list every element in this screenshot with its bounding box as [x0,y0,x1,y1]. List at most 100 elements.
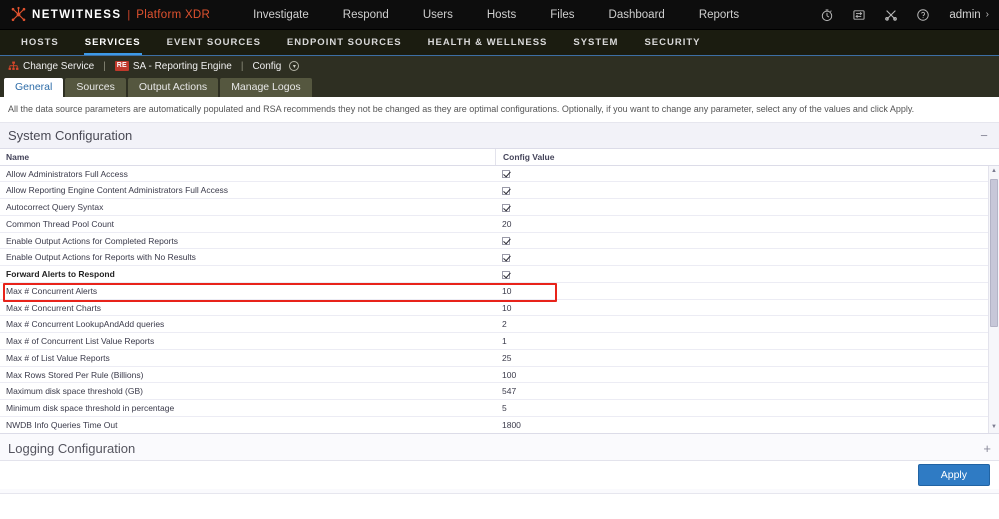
brand-logo[interactable]: NETWITNESS | Platform XDR [0,6,210,23]
checkbox-checked-icon[interactable] [502,254,510,263]
column-header-config-value: Config Value [495,148,999,165]
config-value-cell[interactable]: 547 [495,386,999,396]
nav-item-dashboard[interactable]: Dashboard [592,0,682,30]
stopwatch-icon[interactable] [811,0,843,30]
config-name-cell: Max # Concurrent LookupAndAdd queries [6,319,165,330]
brand-separator: | [127,8,131,21]
sitemap-icon [8,61,19,71]
config-value-cell[interactable]: 100 [495,370,999,380]
config-value-cell[interactable]: 1800 [495,420,999,430]
plus-expand-icon[interactable]: + [983,442,991,455]
subnav-item-endpoint-sources[interactable]: ENDPOINT SOURCES [274,30,415,55]
breadcrumb: Change Service | RE SA - Reporting Engin… [0,56,999,76]
table-row[interactable]: Minimum disk space threshold in percenta… [0,400,999,417]
checkbox-checked-icon[interactable] [502,203,510,212]
config-name-cell: Maximum disk space threshold (GB) [6,386,143,397]
config-value-cell[interactable] [495,169,999,179]
table-row[interactable]: Max # Concurrent Alerts 10 [0,283,999,300]
config-value-cell[interactable]: 1 [495,336,999,346]
config-value-cell[interactable]: 5 [495,403,999,413]
config-name-cell: Max # of List Value Reports [6,352,110,363]
config-name-cell: Minimum disk space threshold in percenta… [6,403,175,414]
subnav-item-hosts[interactable]: HOSTS [8,30,72,55]
checkbox-checked-icon[interactable] [502,170,510,179]
top-header-bar: NETWITNESS | Platform XDR Investigate Re… [0,0,999,30]
table-row[interactable]: Allow Administrators Full Access [0,166,999,183]
config-name-cell: Autocorrect Query Syntax [6,202,104,213]
table-row[interactable]: Autocorrect Query Syntax [0,199,999,216]
config-value-cell[interactable] [495,236,999,246]
scroll-up-arrow-icon[interactable]: ▲ [989,166,999,177]
nav-item-reports[interactable]: Reports [682,0,756,30]
section-title-system-configuration: System Configuration [8,127,133,143]
tab-output-actions[interactable]: Output Actions [127,78,219,97]
config-value-cell[interactable]: 10 [495,303,999,313]
tab-general[interactable]: General [4,78,64,97]
tab-manage-logos[interactable]: Manage Logos [220,78,312,97]
tasks-feed-icon[interactable] [843,0,875,30]
nav-item-files[interactable]: Files [533,0,591,30]
table-row[interactable]: Max # Concurrent LookupAndAdd queries 2 [0,316,999,334]
header-actions: admin › [811,0,999,30]
table-row[interactable]: Maximum disk space threshold (GB) 547 [0,383,999,401]
nav-item-hosts[interactable]: Hosts [470,0,533,30]
minus-collapse-icon[interactable]: − [977,129,991,142]
netwitness-node-logo-icon [10,6,27,23]
table-row[interactable]: NWDB Info Queries Time Out 1800 [0,417,999,433]
table-row[interactable]: Max # of List Value Reports 25 [0,350,999,367]
table-row[interactable]: Max # of Concurrent List Value Reports 1 [0,333,999,350]
checkbox-checked-icon[interactable] [502,237,510,246]
table-row[interactable]: Max # Concurrent Charts 10 [0,300,999,317]
vertical-scrollbar[interactable]: ▲ ▼ [988,165,999,433]
config-value-cell[interactable]: 10 [495,286,999,296]
subnav-item-security[interactable]: SECURITY [631,30,713,55]
config-name-cell: Enable Output Actions for Reports with N… [6,252,196,263]
config-name-cell: Max # Concurrent Charts [6,302,101,313]
config-value-cell[interactable]: 2 [495,319,999,329]
config-name-cell: Enable Output Actions for Completed Repo… [6,235,178,246]
change-service-label: Change Service [23,60,95,72]
scroll-down-arrow-icon[interactable]: ▼ [989,422,999,433]
config-name-cell: Max # Concurrent Alerts [6,285,98,296]
config-value-cell[interactable]: 20 [495,219,999,229]
secondary-nav: HOSTS SERVICES EVENT SOURCES ENDPOINT SO… [0,30,999,56]
help-circle-icon[interactable] [907,0,939,30]
checkbox-checked-icon[interactable] [502,270,510,279]
info-blurb: All the data source parameters are autom… [0,97,999,123]
change-service-link[interactable]: Change Service [8,61,94,72]
config-name-cell: Common Thread Pool Count [6,218,115,229]
config-value-cell[interactable] [495,269,999,279]
subnav-item-services[interactable]: SERVICES [72,30,154,55]
table-row[interactable]: Max Rows Stored Per Rule (Billions) 100 [0,367,999,384]
current-service[interactable]: RE SA - Reporting Engine [114,61,232,72]
config-dropdown[interactable]: Config ▾ [252,60,300,72]
user-menu[interactable]: admin › [939,9,989,21]
subnav-item-system[interactable]: SYSTEM [560,30,631,55]
table-row[interactable]: Enable Output Actions for Reports with N… [0,249,999,267]
config-label: Config [252,60,282,72]
table-row[interactable]: Forward Alerts to Respond [0,266,999,283]
table-row[interactable]: Enable Output Actions for Completed Repo… [0,233,999,250]
config-value-cell[interactable] [495,202,999,212]
config-value-cell[interactable] [495,252,999,263]
checkbox-checked-icon[interactable] [502,187,510,196]
scrollbar-thumb[interactable] [990,178,998,327]
subnav-item-event-sources[interactable]: EVENT SOURCES [154,30,274,55]
nav-item-users[interactable]: Users [406,0,470,30]
subnav-item-health-wellness[interactable]: HEALTH & WELLNESS [415,30,561,55]
system-configuration-header[interactable]: System Configuration − [0,122,999,149]
tools-icon[interactable] [875,0,907,30]
nav-item-investigate[interactable]: Investigate [236,0,326,30]
config-name-cell: NWDB Info Queries Time Out [6,419,118,430]
tab-sources[interactable]: Sources [65,78,126,97]
table-row[interactable]: Common Thread Pool Count 20 [0,216,999,233]
config-name-cell: Allow Reporting Engine Content Administr… [6,185,229,196]
service-type-badge: RE [114,61,129,71]
table-row[interactable]: Allow Reporting Engine Content Administr… [0,182,999,200]
apply-button[interactable]: Apply [917,464,990,486]
config-value-cell[interactable]: 25 [495,353,999,363]
config-name-cell: Allow Administrators Full Access [6,168,128,179]
config-value-cell[interactable] [495,185,999,196]
nav-item-respond[interactable]: Respond [326,0,406,30]
breadcrumb-divider-2: | [240,60,244,72]
